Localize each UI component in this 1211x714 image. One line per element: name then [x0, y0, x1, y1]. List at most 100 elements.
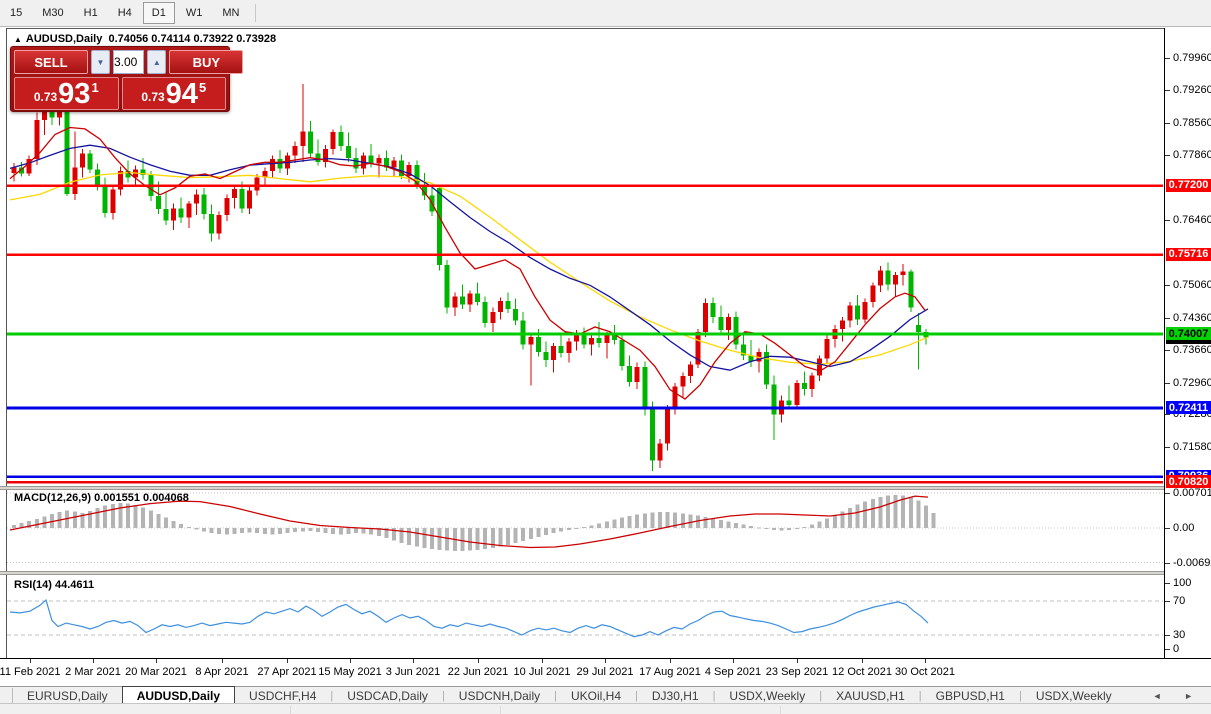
macd-histogram-bar	[901, 495, 906, 528]
macd-histogram-bar	[430, 528, 434, 549]
macd-histogram-bar	[916, 500, 921, 528]
timeframe-button-h1[interactable]: H1	[75, 2, 107, 24]
chart-tab-xauusd-h1[interactable]: XAUUSD,H1	[822, 688, 919, 704]
date-tick-label: 12 Oct 2021	[832, 666, 892, 678]
date-axis[interactable]: 11 Feb 2021 2 Mar 2021 20 Mar 2021 8 Apr 20…	[0, 658, 1211, 687]
price-badge-resistance-2: 0.75716	[1166, 247, 1211, 261]
macd-histogram-bar	[893, 495, 898, 528]
timeframe-button-mn[interactable]: MN	[213, 2, 248, 24]
candle-body	[95, 169, 101, 186]
timeframe-button-h4[interactable]: H4	[109, 2, 141, 24]
macd-histogram-bar	[338, 528, 343, 535]
chart-tab-dj30-h1[interactable]: DJ30,H1	[638, 688, 713, 704]
macd-histogram-bar	[711, 518, 716, 528]
timeframe-button-15[interactable]: 15	[1, 2, 31, 24]
candle-body	[680, 376, 686, 387]
chart-tab-gbpusd-h1[interactable]: GBPUSD,H1	[922, 688, 1019, 704]
price-tick	[1165, 317, 1170, 319]
macd-histogram-bar	[483, 528, 488, 549]
trading-terminal-window: 15 M30 H1 H4 D1 W1 MN ▲ AUDUSD,Daily 0.74056 0.…	[0, 0, 1211, 714]
candle-body	[809, 375, 815, 390]
macd-histogram-bar	[794, 528, 799, 529]
sell-price-pip: 1	[91, 80, 99, 95]
price-tick-label: 0.76460	[1173, 214, 1211, 227]
macd-histogram-bar	[103, 505, 108, 528]
candle-body	[528, 336, 534, 345]
candle-body	[201, 194, 207, 214]
macd-histogram-bar	[179, 524, 184, 528]
rsi-tick	[1165, 635, 1170, 636]
candle-body	[102, 185, 108, 213]
candle-body	[231, 188, 237, 199]
collapse-arrow-icon[interactable]: ▲	[14, 35, 22, 44]
candle-body	[444, 264, 450, 308]
candle-body	[368, 155, 374, 164]
macd-tick-label: -0.006923	[1173, 556, 1211, 569]
rsi-tick-label: 30	[1173, 629, 1186, 641]
sell-price-prefix: 0.73	[33, 90, 58, 104]
volume-input[interactable]: 3.00	[113, 50, 145, 74]
macd-histogram-bar	[171, 521, 176, 528]
price-tick	[1165, 122, 1170, 124]
candle-body	[414, 165, 420, 186]
macd-histogram-bar	[141, 507, 146, 528]
timeframe-button-m30[interactable]: M30	[33, 2, 72, 24]
date-tick-label: 15 May 2021	[318, 666, 382, 678]
moving-average-mid-blue	[9, 144, 929, 371]
macd-histogram-bar	[544, 528, 548, 535]
volume-decrease-button[interactable]: ▼	[91, 50, 110, 74]
price-axis[interactable]: 0.79960 0.79260 0.78560 0.77860 0.76460 0.750…	[1164, 28, 1211, 658]
macd-histogram-bar	[316, 528, 320, 532]
candle-body	[839, 320, 845, 329]
candle-body	[254, 177, 260, 191]
chart-symbol-label: AUDUSD,Daily	[25, 33, 103, 45]
chart-tab-usdcad-daily[interactable]: USDCAD,Daily	[333, 688, 442, 704]
macd-histogram-bar	[566, 528, 571, 530]
rsi-tick	[1165, 601, 1170, 602]
timeframe-button-w1[interactable]: W1	[177, 2, 212, 24]
macd-histogram-bar	[878, 497, 883, 528]
macd-histogram-bar	[346, 528, 351, 534]
chart-tab-eurusd-daily[interactable]: EURUSD,Daily	[13, 688, 122, 704]
chart-tab-usdx-weekly[interactable]: USDX,Weekly	[1022, 688, 1126, 704]
candle-body	[155, 196, 161, 210]
sell-button[interactable]: SELL	[14, 50, 88, 74]
candle-body	[64, 108, 70, 194]
macd-histogram-bar	[931, 513, 936, 528]
chart-tab-audusd-daily[interactable]: AUDUSD,Daily	[121, 686, 236, 704]
macd-histogram-bar	[756, 527, 761, 529]
price-tick	[1165, 57, 1170, 59]
date-tick-label: 4 Sep 2021	[704, 666, 762, 678]
chart-tab-usdcnh-daily[interactable]: USDCNH,Daily	[445, 688, 554, 704]
sell-price-display[interactable]: 0.73 93 1	[14, 77, 119, 110]
rsi-indicator-panel[interactable]	[7, 575, 1164, 658]
chart-tab-usdchf-h4[interactable]: USDCHF,H4	[235, 688, 330, 704]
price-tick-label: 0.78560	[1173, 116, 1211, 129]
buy-button[interactable]: BUY	[169, 50, 244, 74]
price-tick-label: 0.73660	[1173, 344, 1211, 357]
macd-histogram-bar	[772, 528, 776, 530]
one-click-trading-panel: SELL ▼ 3.00 ▲ BUY 0.73 93 1 0.73 94 5	[10, 46, 244, 112]
timeframe-button-d1[interactable]: D1	[142, 2, 175, 24]
candle-body	[794, 383, 800, 405]
macd-histogram-bar	[399, 528, 404, 543]
buy-price-display[interactable]: 0.73 94 5	[121, 77, 226, 110]
macd-histogram-bar	[886, 495, 890, 528]
chart-tab-usdx-weekly[interactable]: USDX,Weekly	[715, 688, 819, 704]
volume-increase-button[interactable]: ▲	[147, 50, 167, 74]
macd-histogram-bar	[741, 524, 746, 528]
tab-scroll-arrows[interactable]: ◄ ►	[1153, 691, 1203, 701]
macd-histogram-bar	[620, 517, 624, 528]
macd-histogram-bar	[506, 528, 510, 545]
macd-histogram-bar	[627, 516, 632, 528]
macd-tick-label: 0.007015	[1173, 487, 1211, 499]
date-tick	[287, 659, 288, 663]
chart-tab-ukoil-h4[interactable]: UKOil,H4	[557, 688, 635, 704]
macd-histogram-bar	[110, 504, 115, 528]
date-tick-label: 10 Jul 2021	[513, 666, 571, 678]
macd-histogram-bar	[209, 528, 214, 533]
date-tick-label: 27 Apr 2021	[257, 666, 317, 678]
macd-histogram-bar	[414, 528, 419, 547]
macd-histogram-bar	[12, 525, 16, 528]
macd-histogram-bar	[559, 528, 564, 532]
